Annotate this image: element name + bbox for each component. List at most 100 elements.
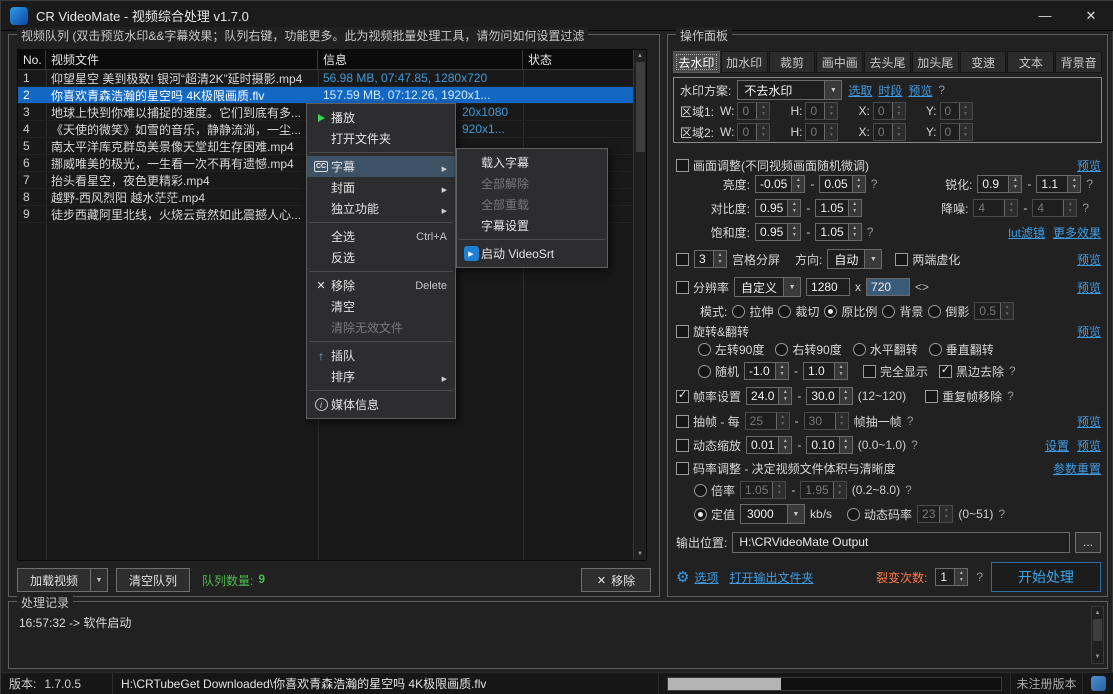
random-min-spinner[interactable]: -1.0 (744, 362, 789, 380)
menu-item-invert-selection[interactable]: 反选 (307, 247, 455, 268)
split-count-spinner[interactable]: 1 (935, 568, 968, 586)
help-icon[interactable]: ? (867, 225, 874, 239)
contrast-min-spinner[interactable]: 0.95 (755, 199, 801, 217)
menu-item-play[interactable]: 播放 (307, 107, 455, 128)
frame-extract-checkbox[interactable]: 抽帧 - 每 (676, 413, 740, 430)
log-scrollbar[interactable]: ▲ ▼ (1091, 606, 1104, 664)
picture-adjust-checkbox[interactable]: 画面调整(不同视频画面随机微调) (676, 157, 869, 174)
watermark-scheme-select[interactable]: 不去水印 (737, 80, 842, 100)
swap-resolution-icon[interactable]: <> (915, 280, 929, 294)
bitrate-ratio-radio[interactable]: 倍率 (694, 482, 735, 499)
table-row-selected[interactable]: 2 你喜欢青森浩瀚的星空吗 4K极限画质.flv 157.59 MB, 07:1… (18, 87, 646, 104)
denoise-min-spinner[interactable]: 4 (973, 199, 1018, 217)
tab-text[interactable]: 文本 (1007, 51, 1054, 73)
tab-add-watermark[interactable]: 加水印 (721, 51, 768, 73)
mode-background-radio[interactable]: 背景 (882, 303, 923, 320)
menu-item-jump-queue[interactable]: ↑ 插队 (307, 345, 455, 366)
menu-item-clear-invalid[interactable]: 清除无效文件 (307, 317, 455, 338)
framerate-max-spinner[interactable]: 30.0 (806, 387, 852, 405)
help-icon[interactable]: ? (1009, 364, 1016, 378)
region2-w-spinner[interactable]: 0 (737, 123, 770, 141)
column-header-file[interactable]: 视频文件 (46, 50, 318, 70)
mode-crop-radio[interactable]: 裁切 (778, 303, 819, 320)
more-effects-link[interactable]: 更多效果 (1053, 224, 1101, 241)
dynamic-bitrate-radio[interactable]: 动态码率 (847, 506, 912, 523)
column-header-info[interactable]: 信息 (318, 50, 523, 70)
scroll-up-icon[interactable]: ▲ (637, 52, 643, 60)
column-header-no[interactable]: No. (18, 50, 46, 70)
submenu-item-load-subtitle[interactable]: 载入字幕 (457, 152, 607, 173)
menu-item-cover[interactable]: 封面 (307, 177, 455, 198)
parameter-reset-link[interactable]: 参数重置 (1053, 460, 1101, 477)
lut-filter-link[interactable]: lut滤镜 (1008, 224, 1045, 241)
submenu-item-remove-all[interactable]: 全部解除 (457, 173, 607, 194)
table-scrollbar[interactable]: ▲ ▼ (633, 50, 646, 560)
contrast-max-spinner[interactable]: 1.05 (815, 199, 861, 217)
region1-h-spinner[interactable]: 0 (805, 102, 838, 120)
ratio-max-spinner[interactable]: 1.95 (800, 481, 846, 499)
tab-picture-in-picture[interactable]: 画中画 (816, 51, 863, 73)
help-icon[interactable]: ? (907, 414, 914, 428)
vertical-flip-radio[interactable]: 垂直翻转 (929, 341, 994, 358)
menu-item-clear[interactable]: 清空 (307, 296, 455, 317)
scroll-thumb[interactable] (636, 62, 645, 152)
menu-item-independent-functions[interactable]: 独立功能 (307, 198, 455, 219)
table-row[interactable]: 1 仰望星空 美到极致! 银河“超清2K”延时摄影.mp4 56.98 MB, … (18, 70, 646, 87)
column-header-status[interactable]: 状态 (523, 50, 635, 70)
dynamic-bitrate-spinner[interactable]: 23 (917, 505, 953, 523)
tab-crop[interactable]: 裁剪 (769, 51, 816, 73)
rotate-flip-checkbox[interactable]: 旋转&翻转 (676, 323, 749, 340)
zoom-preview-link[interactable]: 预览 (1077, 437, 1101, 454)
tab-remove-watermark[interactable]: 去水印 (673, 51, 720, 73)
region1-w-spinner[interactable]: 0 (737, 102, 770, 120)
denoise-max-spinner[interactable]: 4 (1032, 199, 1077, 217)
help-icon[interactable]: ? (1007, 389, 1014, 403)
saturation-max-spinner[interactable]: 1.05 (815, 223, 861, 241)
submenu-item-subtitle-settings[interactable]: 字幕设置 (457, 215, 607, 236)
region2-y-spinner[interactable]: 0 (940, 123, 973, 141)
mode-original-ratio-radio[interactable]: 原比例 (824, 303, 877, 320)
close-button[interactable]: ✕ (1068, 1, 1113, 30)
clear-queue-button[interactable]: 清空队列 (116, 568, 190, 592)
extract-max-spinner[interactable]: 30 (804, 412, 849, 430)
menu-item-open-folder[interactable]: 打开文件夹 (307, 128, 455, 149)
help-icon[interactable]: ? (1086, 177, 1093, 191)
full-display-checkbox[interactable]: 完全显示 (863, 363, 928, 380)
bitrate-checkbox[interactable]: 码率调整 - 决定视频文件体积与清晰度 (676, 460, 896, 477)
pick-region-link[interactable]: 选取 (848, 82, 872, 99)
submenu-item-launch-videosrt[interactable]: 启动 VideoSrt (457, 243, 607, 264)
menu-item-sort[interactable]: 排序 (307, 366, 455, 387)
direction-select[interactable]: 自动 (827, 249, 882, 269)
fixed-bitrate-select[interactable]: 3000 (740, 504, 805, 524)
help-icon[interactable]: ? (1082, 201, 1089, 215)
minimize-button[interactable]: — (1022, 1, 1068, 30)
sharpen-max-spinner[interactable]: 1.1 (1036, 175, 1081, 193)
help-icon[interactable]: ? (938, 83, 945, 97)
tab-speed[interactable]: 变速 (960, 51, 1007, 73)
scroll-thumb[interactable] (1093, 619, 1102, 641)
duplicate-frame-remove-checkbox[interactable]: 重复帧移除 (925, 388, 1002, 405)
zoom-max-spinner[interactable]: 0.10 (806, 436, 852, 454)
scroll-up-icon[interactable]: ▲ (1095, 609, 1101, 617)
region2-x-spinner[interactable]: 0 (873, 123, 906, 141)
resolution-preview-link[interactable]: 预览 (1077, 279, 1101, 296)
resolution-width-input[interactable]: 1280 (806, 278, 850, 296)
brightness-min-spinner[interactable]: -0.05 (755, 175, 805, 193)
help-icon[interactable]: ? (905, 483, 912, 497)
mode-stretch-radio[interactable]: 拉伸 (732, 303, 773, 320)
adjust-preview-link[interactable]: 预览 (1077, 157, 1101, 174)
load-video-button[interactable]: 加载视频 (17, 568, 90, 592)
tab-add-head-tail[interactable]: 加头尾 (912, 51, 959, 73)
rotate-preview-link[interactable]: 预览 (1077, 323, 1101, 340)
load-video-dropdown[interactable]: ▼ (90, 568, 108, 592)
rotate-left90-radio[interactable]: 左转90度 (698, 341, 764, 358)
reflection-spinner[interactable]: 0.5 (974, 302, 1014, 320)
help-icon[interactable]: ? (998, 507, 1005, 521)
saturation-min-spinner[interactable]: 0.95 (755, 223, 801, 241)
horizontal-flip-radio[interactable]: 水平翻转 (853, 341, 918, 358)
grid-preview-link[interactable]: 预览 (1077, 251, 1101, 268)
help-icon[interactable]: ? (976, 570, 983, 584)
menu-item-select-all[interactable]: 全选 Ctrl+A (307, 226, 455, 247)
rotate-right90-radio[interactable]: 右转90度 (775, 341, 841, 358)
bitrate-fixed-radio[interactable]: 定值 (694, 506, 735, 523)
